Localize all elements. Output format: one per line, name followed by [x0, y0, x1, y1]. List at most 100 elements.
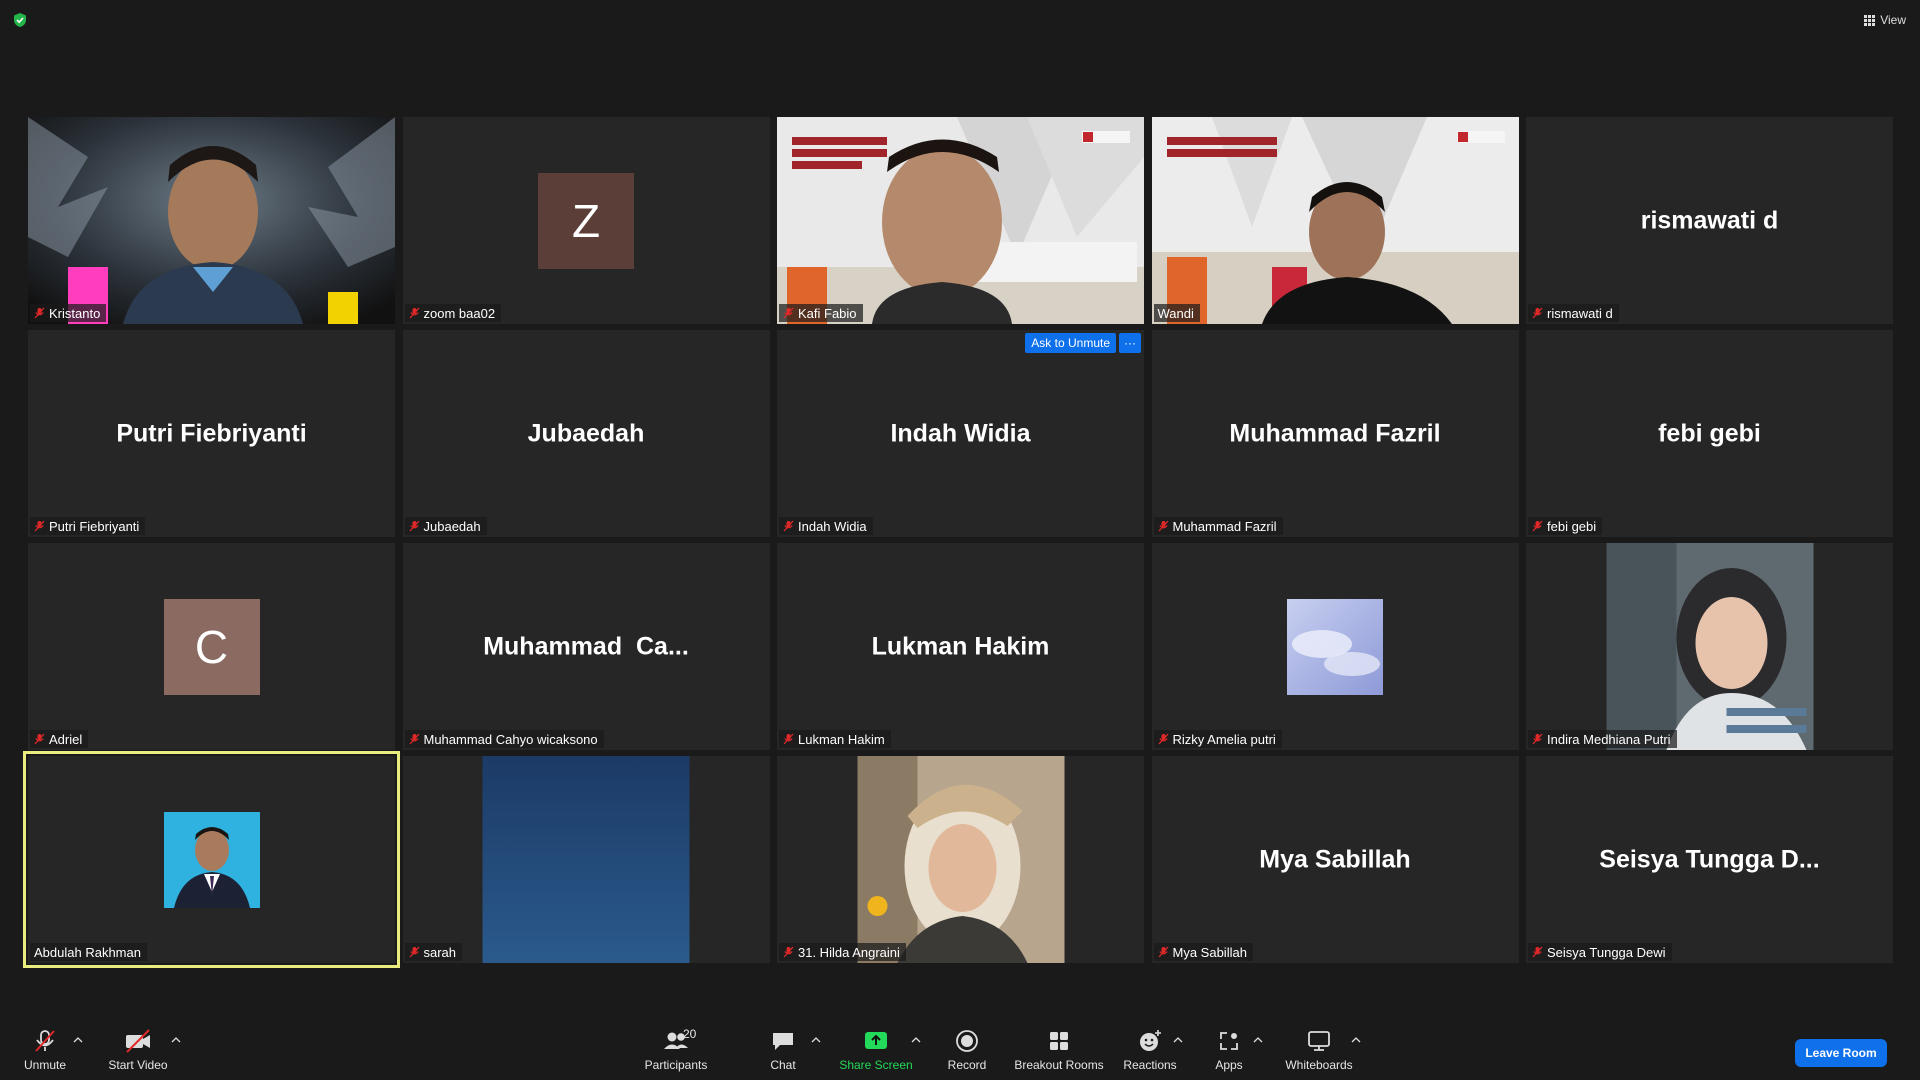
profile-photo	[482, 756, 690, 963]
participant-tile-indah-widia[interactable]: Ask to Unmute ··· Indah Widia Indah Widi…	[777, 330, 1144, 537]
unmute-button[interactable]: Unmute	[20, 1028, 70, 1076]
chat-icon	[769, 1028, 797, 1054]
view-label: View	[1880, 13, 1906, 27]
participant-tile-muhammad-cahyo[interactable]: Muhammad Ca... Muhammad Cahyo wicaksono	[402, 543, 770, 750]
muted-mic-icon	[783, 733, 794, 745]
participant-tile-rizky-amelia-putri[interactable]: Rizky Amelia putri	[1151, 543, 1519, 750]
name-label: rismawati d	[1528, 304, 1619, 322]
profile-photo	[857, 756, 1064, 963]
reactions-options-caret[interactable]	[1172, 1034, 1184, 1046]
shield-check-icon[interactable]	[12, 12, 28, 28]
chat-options-caret[interactable]	[810, 1034, 822, 1046]
muted-mic-icon	[1532, 520, 1543, 532]
display-name: Lukman Hakim	[871, 632, 1050, 660]
name-label: Muhammad Cahyo wicaksono	[404, 730, 604, 748]
name-label: Abdulah Rakhman	[30, 943, 147, 961]
whiteboards-button[interactable]: Whiteboards	[1283, 1028, 1355, 1076]
avatar	[163, 811, 260, 908]
grid-view-icon	[1864, 14, 1876, 26]
participant-tile-sarah[interactable]: sarah	[402, 756, 770, 963]
ask-to-unmute-button[interactable]: Ask to Unmute	[1025, 333, 1116, 353]
name-label: Adriel	[30, 730, 89, 748]
muted-mic-icon	[1158, 733, 1168, 745]
participants-count: 20	[683, 1027, 697, 1041]
participants-icon: 20	[662, 1027, 696, 1054]
name-label: Mya Sabillah	[1153, 943, 1253, 961]
view-button[interactable]: View	[1864, 10, 1906, 30]
participant-tile-muhammad-fazril[interactable]: Muhammad Fazril Muhammad Fazril	[1151, 330, 1519, 537]
name-label: Rizky Amelia putri	[1153, 730, 1282, 748]
name-label: Putri Fiebriyanti	[30, 517, 146, 535]
name-label: zoom baa02	[404, 304, 502, 322]
share-options-caret[interactable]	[910, 1034, 922, 1046]
more-options-button[interactable]: ···	[1119, 333, 1141, 353]
muted-mic-icon	[34, 307, 45, 319]
muted-mic-icon	[409, 733, 419, 745]
apps-options-caret[interactable]	[1252, 1034, 1264, 1046]
name-label: Indah Widia	[779, 517, 873, 535]
display-name: Putri Fiebriyanti	[116, 419, 307, 447]
participant-tile-putri-fiebriyanti[interactable]: Putri Fiebriyanti Putri Fiebriyanti	[28, 330, 395, 537]
apps-button[interactable]: Apps	[1211, 1028, 1247, 1076]
video-off-icon	[124, 1028, 152, 1054]
record-button[interactable]: Record	[942, 1028, 992, 1076]
participant-tile-mya-sabillah[interactable]: Mya Sabillah Mya Sabillah	[1151, 756, 1519, 963]
name-label: Seisya Tungga Dewi	[1528, 943, 1672, 961]
participant-tile-febi-gebi[interactable]: febi gebi febi gebi	[1526, 330, 1893, 537]
muted-mic-icon	[1158, 946, 1168, 958]
muted-mic-icon	[34, 520, 45, 532]
reactions-button[interactable]: Reactions	[1123, 1028, 1177, 1076]
reactions-icon	[1136, 1028, 1164, 1054]
participant-tile-lukman-hakim[interactable]: Lukman Hakim Lukman Hakim	[777, 543, 1144, 750]
video-feed	[1151, 117, 1519, 324]
chat-button[interactable]: Chat	[763, 1028, 803, 1076]
avatar: Z	[538, 172, 634, 269]
display-name: Seisya Tungga D...	[1599, 845, 1820, 873]
name-label: Muhammad Fazril	[1153, 517, 1283, 535]
avatar: C	[163, 598, 260, 695]
muted-mic-icon	[1158, 520, 1168, 532]
display-name: febi gebi	[1658, 419, 1761, 447]
display-name: Mya Sabillah	[1259, 845, 1411, 873]
muted-mic-icon	[1532, 307, 1543, 319]
meeting-toolbar: Unmute Start Video 20 Participants Chat …	[0, 1022, 1920, 1080]
zoom-meeting-window: View Kristanto Z zoom baa02 Kafi Fabio W…	[0, 0, 1920, 1080]
participant-tile-hilda-angraini[interactable]: 31. Hilda Angraini	[777, 756, 1144, 963]
participant-tile-adriel[interactable]: C Adriel	[28, 543, 395, 750]
breakout-rooms-button[interactable]: Breakout Rooms	[1013, 1028, 1105, 1076]
name-label: Kafi Fabio	[779, 304, 863, 322]
gallery-view: Kristanto Z zoom baa02 Kafi Fabio Wandi …	[23, 117, 1893, 968]
participant-tile-zoom-baa02[interactable]: Z zoom baa02	[402, 117, 770, 324]
mic-off-icon	[31, 1028, 59, 1054]
record-icon	[953, 1028, 981, 1054]
start-video-button[interactable]: Start Video	[106, 1028, 170, 1076]
video-options-caret[interactable]	[170, 1034, 182, 1046]
participant-tile-kristanto[interactable]: Kristanto	[28, 117, 395, 324]
name-label: Indira Medhiana Putri	[1528, 730, 1677, 748]
muted-mic-icon	[409, 520, 419, 532]
participants-button[interactable]: 20 Participants	[641, 1027, 711, 1076]
muted-mic-icon	[783, 520, 794, 532]
participant-tile-kafi-fabio[interactable]: Kafi Fabio	[777, 117, 1144, 324]
muted-mic-icon	[1532, 946, 1543, 958]
share-screen-icon	[862, 1028, 890, 1054]
audio-options-caret[interactable]	[72, 1034, 84, 1046]
apps-icon	[1215, 1028, 1243, 1054]
participant-tile-wandi[interactable]: Wandi	[1151, 117, 1519, 324]
participant-tile-indira-medhiana-putri[interactable]: Indira Medhiana Putri	[1526, 543, 1893, 750]
breakout-rooms-icon	[1045, 1028, 1073, 1054]
display-name: Muhammad Fazril	[1229, 419, 1441, 447]
participant-tile-seisya-tungga-dewi[interactable]: Seisya Tungga D... Seisya Tungga Dewi	[1526, 756, 1893, 963]
share-screen-button[interactable]: Share Screen	[839, 1028, 913, 1076]
whiteboards-options-caret[interactable]	[1350, 1034, 1362, 1046]
profile-photo	[1606, 543, 1813, 750]
name-label: Wandi	[1153, 304, 1200, 322]
name-label: Jubaedah	[404, 517, 487, 535]
name-label: febi gebi	[1528, 517, 1603, 535]
name-label: Lukman Hakim	[779, 730, 891, 748]
participant-tile-jubaedah[interactable]: Jubaedah Jubaedah	[402, 330, 770, 537]
participant-tile-abdulah-rakhman[interactable]: Abdulah Rakhman	[23, 751, 400, 968]
leave-room-button[interactable]: Leave Room	[1795, 1039, 1887, 1067]
participant-tile-rismawati-d[interactable]: rismawati d rismawati d	[1526, 117, 1893, 324]
display-name: rismawati d	[1640, 206, 1779, 234]
